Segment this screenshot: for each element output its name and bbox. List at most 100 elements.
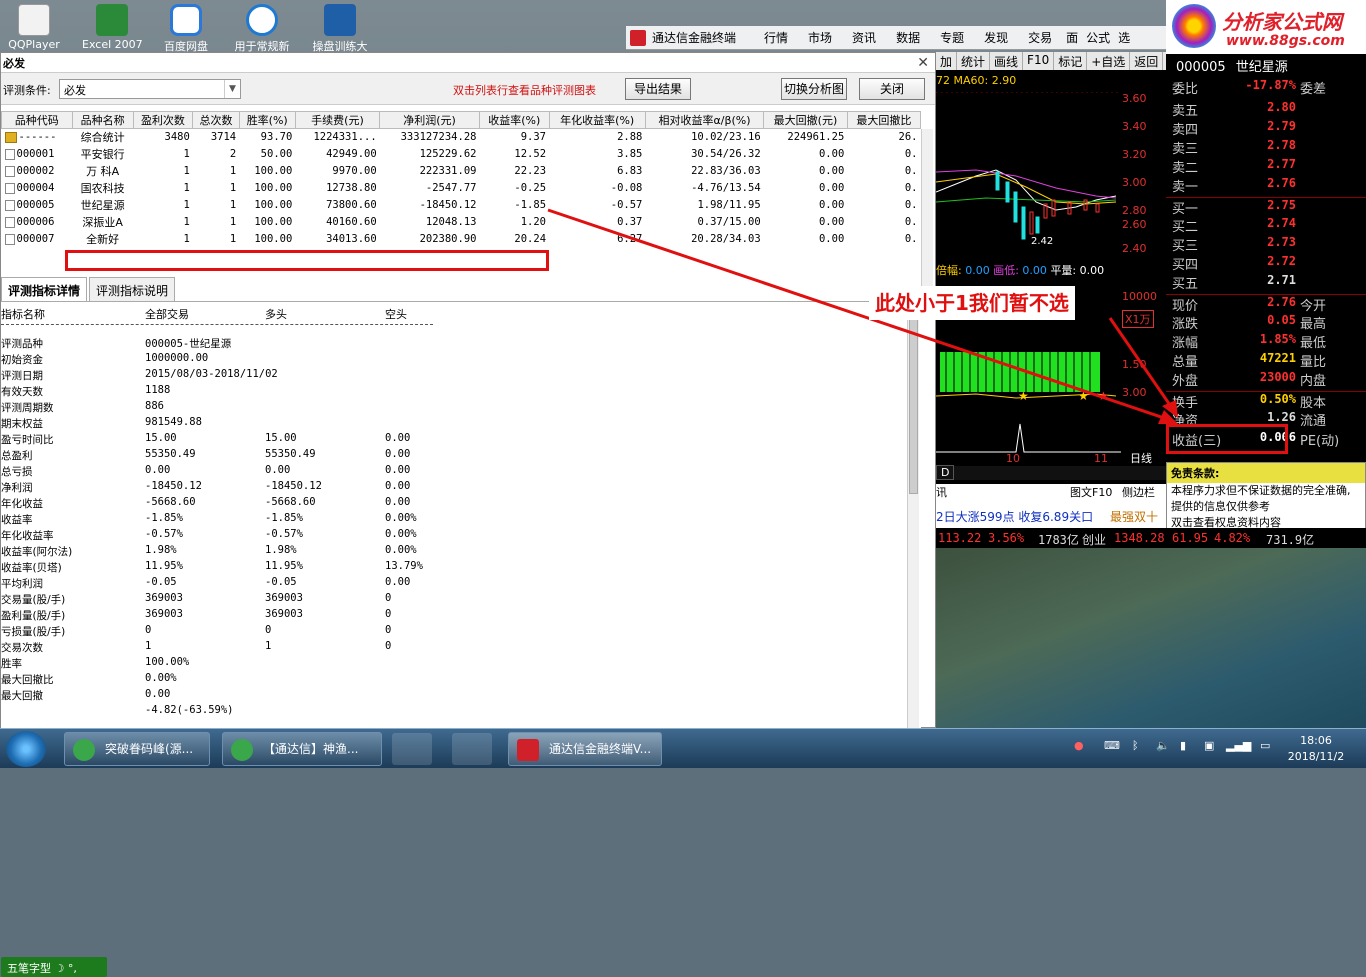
desktop-icon-excel[interactable]: Excel 2007: [82, 4, 142, 52]
chart-tool-back[interactable]: 返回: [1130, 52, 1164, 70]
col-header[interactable]: 净利润(元): [379, 111, 480, 129]
table-row[interactable]: 000002 万 科A 1 1 100.00 9970.00 222331.09 22.23 6…: [2, 163, 921, 180]
chart-tool-f10[interactable]: F10: [1023, 52, 1055, 70]
tray-ime-icon[interactable]: ⌨: [1104, 739, 1120, 752]
col-header[interactable]: 总次数: [192, 111, 240, 129]
switch-chart-button[interactable]: 切换分析图: [781, 78, 847, 100]
signal-icon[interactable]: ▂▄▆: [1226, 739, 1251, 752]
table-cell: 0.: [904, 199, 918, 211]
detail-separator: [1, 324, 433, 325]
condition-select[interactable]: 必发 ▼: [59, 79, 241, 99]
bluetooth-icon[interactable]: ᛒ: [1132, 739, 1139, 752]
col-header[interactable]: 手续费(元): [294, 111, 381, 129]
index-status-bar: 113.22 3.56% 1783亿 创业 1348.28 61.95 4.82…: [936, 528, 1366, 548]
clock-date: 2018/11/2: [1287, 750, 1345, 763]
chart-tool-draw[interactable]: 画线: [990, 52, 1024, 70]
tab-detail[interactable]: 评测指标详情: [1, 277, 88, 301]
detail-col-header: 全部交易: [145, 308, 189, 321]
desktop-icon-baidu-netdisk[interactable]: 百度网盘: [156, 4, 216, 52]
quote-row: 卖三 2.78: [1172, 138, 1296, 157]
menu-trade[interactable]: 交易: [1018, 29, 1062, 46]
col-header[interactable]: 年化收益率(%): [548, 111, 646, 129]
action-center-icon[interactable]: ▣: [1204, 739, 1214, 752]
col-header[interactable]: 最大回撤(元): [763, 111, 848, 129]
chart-tool-stats[interactable]: 统计: [957, 52, 991, 70]
desktop-wallpaper-landscape: [936, 540, 1366, 730]
tray-app-icon[interactable]: ●: [1074, 739, 1084, 752]
news-headline[interactable]: 2日大涨599点 收复6.89关口: [936, 508, 1093, 525]
footer-news-tab[interactable]: 讯: [936, 486, 947, 499]
tab-explanation[interactable]: 评测指标说明: [89, 277, 176, 301]
power-icon[interactable]: ▭: [1260, 739, 1270, 752]
table-row[interactable]: ------ 综合统计 3480 3714 93.70 1224331... 3331272…: [2, 129, 921, 146]
row-icon: [4, 233, 15, 245]
period-daily[interactable]: 日线: [1130, 450, 1152, 466]
close-button[interactable]: 关闭: [859, 78, 925, 100]
window-title: 必发: [1, 53, 935, 73]
svg-text:★: ★: [1018, 389, 1029, 403]
start-button[interactable]: [6, 731, 46, 767]
table-cell: 0.: [904, 148, 918, 160]
volume-icon[interactable]: 🔈: [1156, 739, 1170, 752]
taskbar-item[interactable]: 突破眷码峰(源...: [64, 732, 210, 766]
file-icon: [18, 4, 50, 36]
menu-quote[interactable]: 行情: [754, 29, 798, 46]
detail-cell: 0: [145, 624, 152, 636]
table-row[interactable]: 000005 世纪星源 1 1 100.00 73800.60 -18450.12 -1.85…: [2, 197, 921, 214]
desktop-icon-ie[interactable]: 用于常规新: [232, 4, 292, 52]
footer-f10-tab[interactable]: 图文F10: [1070, 484, 1112, 500]
quote-row: 买三 2.73: [1172, 235, 1296, 254]
col-header[interactable]: 盈利次数: [132, 111, 194, 129]
table-cell: 1: [183, 199, 190, 211]
col-header[interactable]: 最大回撤比: [846, 111, 922, 129]
taskbar-item[interactable]: 【通达信】神渔...: [222, 732, 382, 766]
chart-footer-tabs: 讯 图文F10 侧边栏: [936, 484, 1166, 500]
menu-topic[interactable]: 专题: [930, 29, 974, 46]
menu-news[interactable]: 资讯: [842, 29, 886, 46]
detail-vertical-scrollbar[interactable]: [907, 302, 919, 730]
menu-select[interactable]: 选: [1114, 29, 1134, 46]
col-header[interactable]: 品种代码: [1, 111, 73, 129]
col-header[interactable]: 收益率(%): [478, 111, 550, 129]
menu-discover[interactable]: 发现: [974, 29, 1018, 46]
clock[interactable]: 18:06 2018/11/2: [1286, 733, 1346, 765]
file-explorer-taskbar-icon[interactable]: [452, 733, 492, 765]
table-row[interactable]: 000004 国农科技 1 1 100.00 12738.80 -2547.77 -0.25 -…: [2, 180, 921, 197]
export-button[interactable]: 导出结果: [625, 78, 691, 100]
menu-view[interactable]: 面: [1062, 29, 1082, 46]
period-d-button[interactable]: D: [936, 465, 955, 480]
chart-tool-mark[interactable]: 标记: [1054, 52, 1088, 70]
detail-cell: -0.05: [265, 576, 297, 588]
table-row[interactable]: 000006 深振业A 1 1 100.00 40160.60 12048.13 1.20 0.…: [2, 214, 921, 231]
detail-cell: 期末权益: [1, 418, 43, 430]
col-header[interactable]: 品种名称: [71, 111, 134, 129]
col-header[interactable]: 胜率(%): [238, 111, 296, 129]
taskbar-item-active[interactable]: 通达信金融终端V...: [508, 732, 662, 766]
table-row[interactable]: 000001 平安银行 1 2 50.00 42949.00 125229.62 12.52 3…: [2, 146, 921, 163]
table-cell: 1: [229, 233, 237, 245]
chart-tool-add[interactable]: 加: [936, 52, 958, 70]
table-cell: -0.57: [610, 199, 643, 211]
close-icon[interactable]: ✕: [917, 55, 929, 71]
menu-formula[interactable]: 公式: [1082, 29, 1114, 46]
chevron-down-icon[interactable]: ▼: [224, 80, 240, 98]
footer-sidebar-tab[interactable]: 侧边栏: [1122, 484, 1155, 500]
detail-cell: 盈亏时间比: [1, 434, 54, 446]
detail-row: 年化收益 -5668.60 -5668.60 0.00: [1, 496, 441, 512]
chart-tool-watchlist[interactable]: +自选: [1087, 52, 1131, 70]
detail-cell: -18450.12: [265, 480, 322, 492]
menu-data[interactable]: 数据: [886, 29, 930, 46]
table-row[interactable]: 000007 全新好 1 1 100.00 34013.60 202380.90 20.24 6…: [2, 231, 921, 248]
detail-tabs: 评测指标详情 评测指标说明: [1, 277, 177, 301]
desktop-icon-qqplayer[interactable]: QQPlayer: [4, 4, 64, 52]
network-icon[interactable]: ▮: [1180, 739, 1186, 752]
table-cell: 深振业A: [82, 216, 123, 229]
desktop-icon-trading-practice[interactable]: 操盘训练大: [310, 4, 370, 52]
ime-indicator[interactable]: 五笔字型 ☽ °,: [1, 957, 107, 977]
volume-tick: 10000: [1122, 290, 1157, 303]
menu-market[interactable]: 市场: [798, 29, 842, 46]
news-ticker[interactable]: 2日大涨599点 收复6.89关口 最强双十一: [936, 500, 1166, 541]
col-header[interactable]: 相对收益率α/β(%): [644, 111, 765, 129]
baidu-netdisk-taskbar-icon[interactable]: [392, 733, 432, 765]
detail-cell: -18450.12: [145, 480, 202, 492]
